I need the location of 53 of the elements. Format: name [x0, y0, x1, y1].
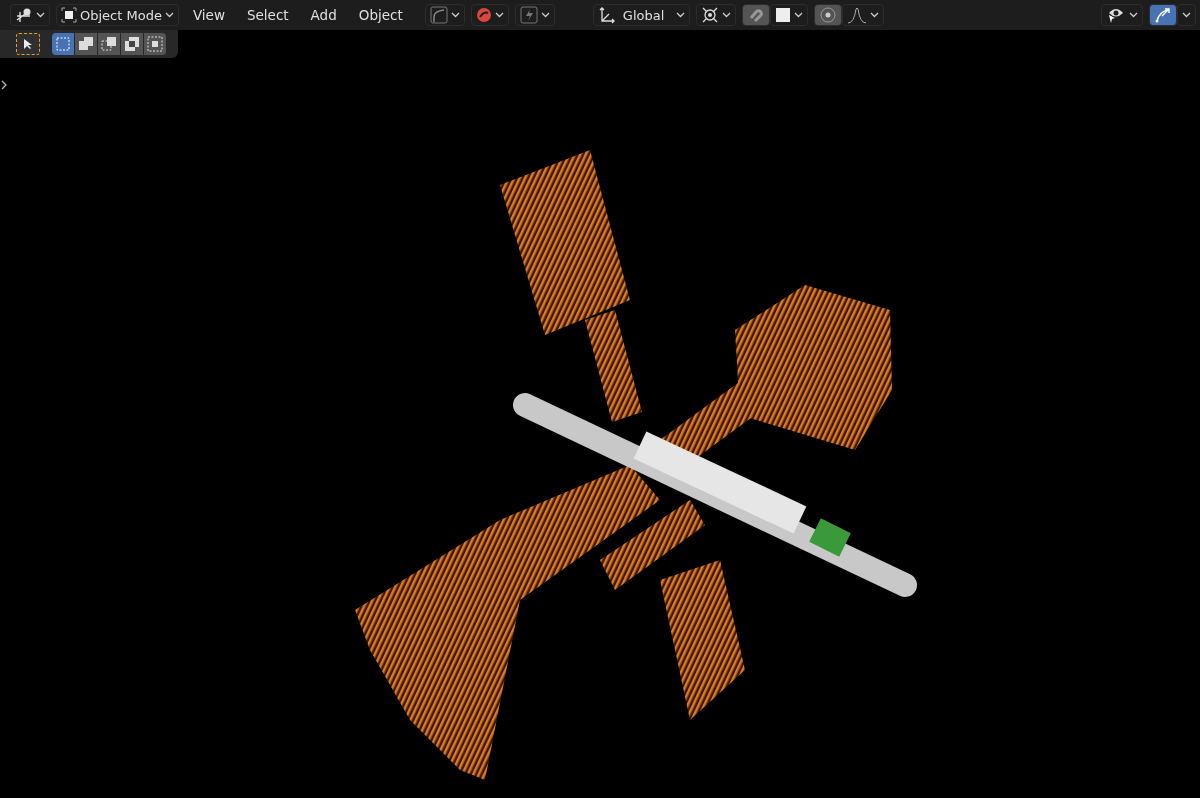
snap-toggle[interactable]: [741, 4, 770, 26]
visibility-dropdown[interactable]: [1101, 4, 1143, 26]
axes-icon: [597, 6, 616, 24]
chevron-down-icon: [1129, 12, 1138, 18]
pivot-dropdown[interactable]: [695, 4, 736, 26]
chevron-right-icon[interactable]: [1, 80, 7, 90]
mode-dropdown[interactable]: Object Mode: [56, 4, 179, 26]
chevron-down-icon: [1182, 12, 1191, 18]
gizmo-toggle[interactable]: [1149, 4, 1177, 26]
curve-square-icon: [429, 6, 448, 24]
selection-mode-button[interactable]: [144, 33, 166, 55]
select-intersect-icon: [146, 35, 164, 53]
chevron-down-icon: [494, 12, 504, 18]
viewport-option-dropdown[interactable]: [424, 4, 465, 26]
lightning-square-icon: [519, 6, 538, 24]
selection-mode-button[interactable]: [121, 33, 143, 55]
chevron-down-icon: [164, 12, 174, 18]
select-invert-icon: [123, 35, 141, 53]
menu-item[interactable]: View: [184, 4, 233, 26]
sphere-icon: [475, 7, 492, 23]
viewport-option-dropdown[interactable]: [470, 4, 509, 26]
chevron-down-icon: [540, 12, 550, 18]
eye-cursor-icon: [1106, 6, 1126, 24]
menu-item[interactable]: Add: [302, 4, 345, 26]
chevron-down-icon: [869, 12, 879, 18]
chevron-down-icon: [450, 12, 460, 18]
pivot-point-icon: [700, 6, 719, 24]
cursor-icon: [23, 38, 33, 50]
selection-mode-button[interactable]: [75, 33, 97, 55]
select-extend-icon: [77, 35, 95, 53]
viewport-option-dropdown[interactable]: [514, 4, 555, 26]
chevron-down-icon: [675, 12, 685, 18]
falloff-dropdown[interactable]: [841, 4, 884, 26]
select-tool-button[interactable]: [16, 33, 40, 55]
menu-item[interactable]: Object: [350, 4, 411, 26]
gizmo-dropdown[interactable]: [1177, 4, 1196, 26]
orientation-dropdown[interactable]: Global: [592, 4, 690, 26]
editor-type-button[interactable]: [10, 4, 50, 26]
proportional-editing-toggle[interactable]: [813, 4, 842, 26]
selection-mode-button[interactable]: [98, 33, 120, 55]
gizmo-arc-arrow-icon: [1154, 6, 1172, 24]
target-circle-icon: [818, 6, 837, 24]
chevron-down-icon: [721, 12, 731, 18]
snap-target-dropdown[interactable]: [769, 4, 808, 26]
select-subtract-icon: [100, 35, 118, 53]
select-set-icon: [54, 35, 72, 53]
menu-item[interactable]: Select: [238, 4, 297, 26]
chevron-down-icon: [36, 12, 45, 18]
chevron-down-icon: [793, 12, 803, 18]
cube-square-icon: [61, 7, 77, 23]
bell-curve-icon: [846, 6, 867, 24]
square-icon: [774, 7, 791, 23]
viewport-axes-icon: [15, 7, 33, 23]
